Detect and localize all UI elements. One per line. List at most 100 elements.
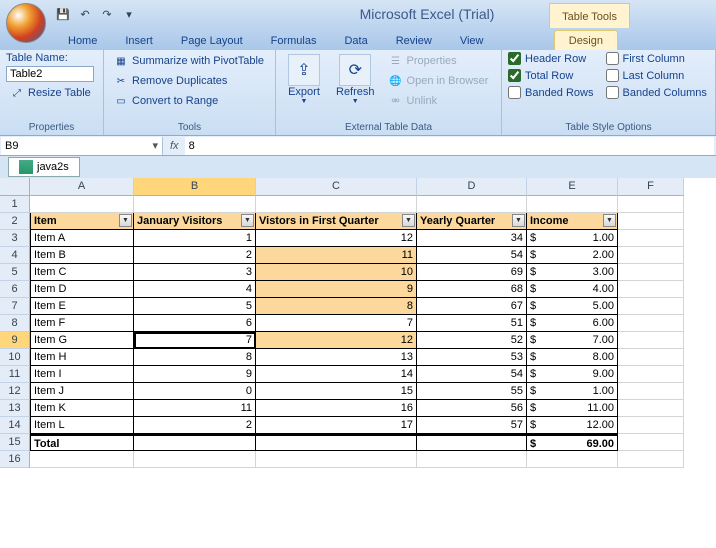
cell[interactable] (618, 332, 684, 349)
cell[interactable]: 56 (417, 400, 527, 417)
row-header[interactable]: 14 (0, 417, 30, 434)
cell[interactable]: $11.00 (527, 400, 618, 417)
cell[interactable] (618, 264, 684, 281)
tab-home[interactable]: Home (54, 31, 111, 50)
cell[interactable]: January Visitors▼ (134, 213, 256, 230)
namebox-dropdown-icon[interactable]: ▾ (152, 139, 158, 152)
cell[interactable]: Item A (30, 230, 134, 247)
cell[interactable] (527, 451, 618, 468)
tab-page-layout[interactable]: Page Layout (167, 31, 257, 50)
cell[interactable]: 52 (417, 332, 527, 349)
cell[interactable]: Income▼ (527, 213, 618, 230)
formula-input[interactable] (185, 137, 714, 155)
cell[interactable]: Item J (30, 383, 134, 400)
row-header[interactable]: 7 (0, 298, 30, 315)
cell[interactable] (618, 451, 684, 468)
cell[interactable]: 54 (417, 366, 527, 383)
cell[interactable]: 53 (417, 349, 527, 366)
cell[interactable]: $4.00 (527, 281, 618, 298)
cell[interactable]: Item F (30, 315, 134, 332)
row-header[interactable]: 8 (0, 315, 30, 332)
cell[interactable]: Item E (30, 298, 134, 315)
undo-icon[interactable]: ↶ (76, 5, 94, 23)
cell[interactable]: 11 (256, 247, 417, 264)
cell[interactable]: Vistors in First Quarter▼ (256, 213, 417, 230)
cell[interactable]: 15 (256, 383, 417, 400)
cell[interactable]: 5 (134, 298, 256, 315)
cell[interactable]: Item B (30, 247, 134, 264)
cell[interactable] (618, 247, 684, 264)
cell[interactable]: 12 (256, 230, 417, 247)
cell[interactable]: 8 (134, 349, 256, 366)
row-header[interactable]: 11 (0, 366, 30, 383)
cell[interactable]: Item K (30, 400, 134, 417)
row-header[interactable]: 16 (0, 451, 30, 468)
cell[interactable] (417, 434, 527, 451)
cell[interactable]: $8.00 (527, 349, 618, 366)
col-header-C[interactable]: C (256, 178, 417, 196)
cell[interactable]: $1.00 (527, 230, 618, 247)
cell[interactable]: $7.00 (527, 332, 618, 349)
cell[interactable]: 8 (256, 298, 417, 315)
cell[interactable]: Yearly Quarter▼ (417, 213, 527, 230)
cell[interactable] (417, 196, 527, 213)
cell[interactable]: $5.00 (527, 298, 618, 315)
cell[interactable]: 51 (417, 315, 527, 332)
grid-body[interactable]: 12Item▼January Visitors▼Vistors in First… (0, 196, 716, 468)
name-box-input[interactable] (5, 140, 152, 152)
cell[interactable] (618, 434, 684, 451)
cell[interactable]: $1.00 (527, 383, 618, 400)
col-header-D[interactable]: D (417, 178, 527, 196)
remove-duplicates-button[interactable]: ✂Remove Duplicates (110, 72, 268, 90)
cell[interactable] (618, 349, 684, 366)
cell[interactable]: 2 (134, 247, 256, 264)
row-header[interactable]: 15 (0, 434, 30, 451)
cell[interactable] (256, 196, 417, 213)
tab-formulas[interactable]: Formulas (257, 31, 331, 50)
tab-data[interactable]: Data (330, 31, 381, 50)
office-button[interactable] (6, 3, 46, 43)
row-header[interactable]: 13 (0, 400, 30, 417)
cell[interactable]: 7 (256, 315, 417, 332)
cell[interactable] (527, 196, 618, 213)
cell[interactable]: Item G (30, 332, 134, 349)
tab-view[interactable]: View (446, 31, 498, 50)
cell[interactable] (134, 196, 256, 213)
cell[interactable] (618, 230, 684, 247)
cell[interactable] (618, 400, 684, 417)
filter-dropdown-icon[interactable]: ▼ (119, 214, 132, 227)
cell[interactable]: 7 (134, 332, 256, 349)
cell[interactable]: 2 (134, 417, 256, 434)
cell[interactable] (618, 196, 684, 213)
banded-cols-check[interactable]: Banded Columns (606, 86, 707, 99)
cell[interactable]: Total (30, 434, 134, 451)
cell[interactable]: 16 (256, 400, 417, 417)
cell[interactable]: Item H (30, 349, 134, 366)
cell[interactable]: 17 (256, 417, 417, 434)
row-header[interactable]: 10 (0, 349, 30, 366)
save-icon[interactable]: 💾 (54, 5, 72, 23)
refresh-button[interactable]: ⟳Refresh▼ (330, 52, 381, 107)
cell[interactable]: 1 (134, 230, 256, 247)
cell[interactable] (417, 451, 527, 468)
tab-review[interactable]: Review (382, 31, 446, 50)
cell[interactable]: 57 (417, 417, 527, 434)
last-col-check[interactable]: Last Column (606, 69, 707, 82)
banded-rows-check[interactable]: Banded Rows (508, 86, 594, 99)
cell[interactable]: 4 (134, 281, 256, 298)
cell[interactable]: 54 (417, 247, 527, 264)
row-header[interactable]: 4 (0, 247, 30, 264)
cell[interactable]: 11 (134, 400, 256, 417)
cell[interactable]: Item▼ (30, 213, 134, 230)
export-button[interactable]: ⇪Export▼ (282, 52, 326, 107)
cell[interactable] (256, 434, 417, 451)
cell[interactable]: 34 (417, 230, 527, 247)
row-header[interactable]: 3 (0, 230, 30, 247)
cell[interactable]: 10 (256, 264, 417, 281)
cell[interactable]: 9 (256, 281, 417, 298)
cell[interactable]: 68 (417, 281, 527, 298)
first-col-check[interactable]: First Column (606, 52, 707, 65)
cell[interactable]: 0 (134, 383, 256, 400)
cell[interactable]: 3 (134, 264, 256, 281)
cell[interactable]: Item C (30, 264, 134, 281)
